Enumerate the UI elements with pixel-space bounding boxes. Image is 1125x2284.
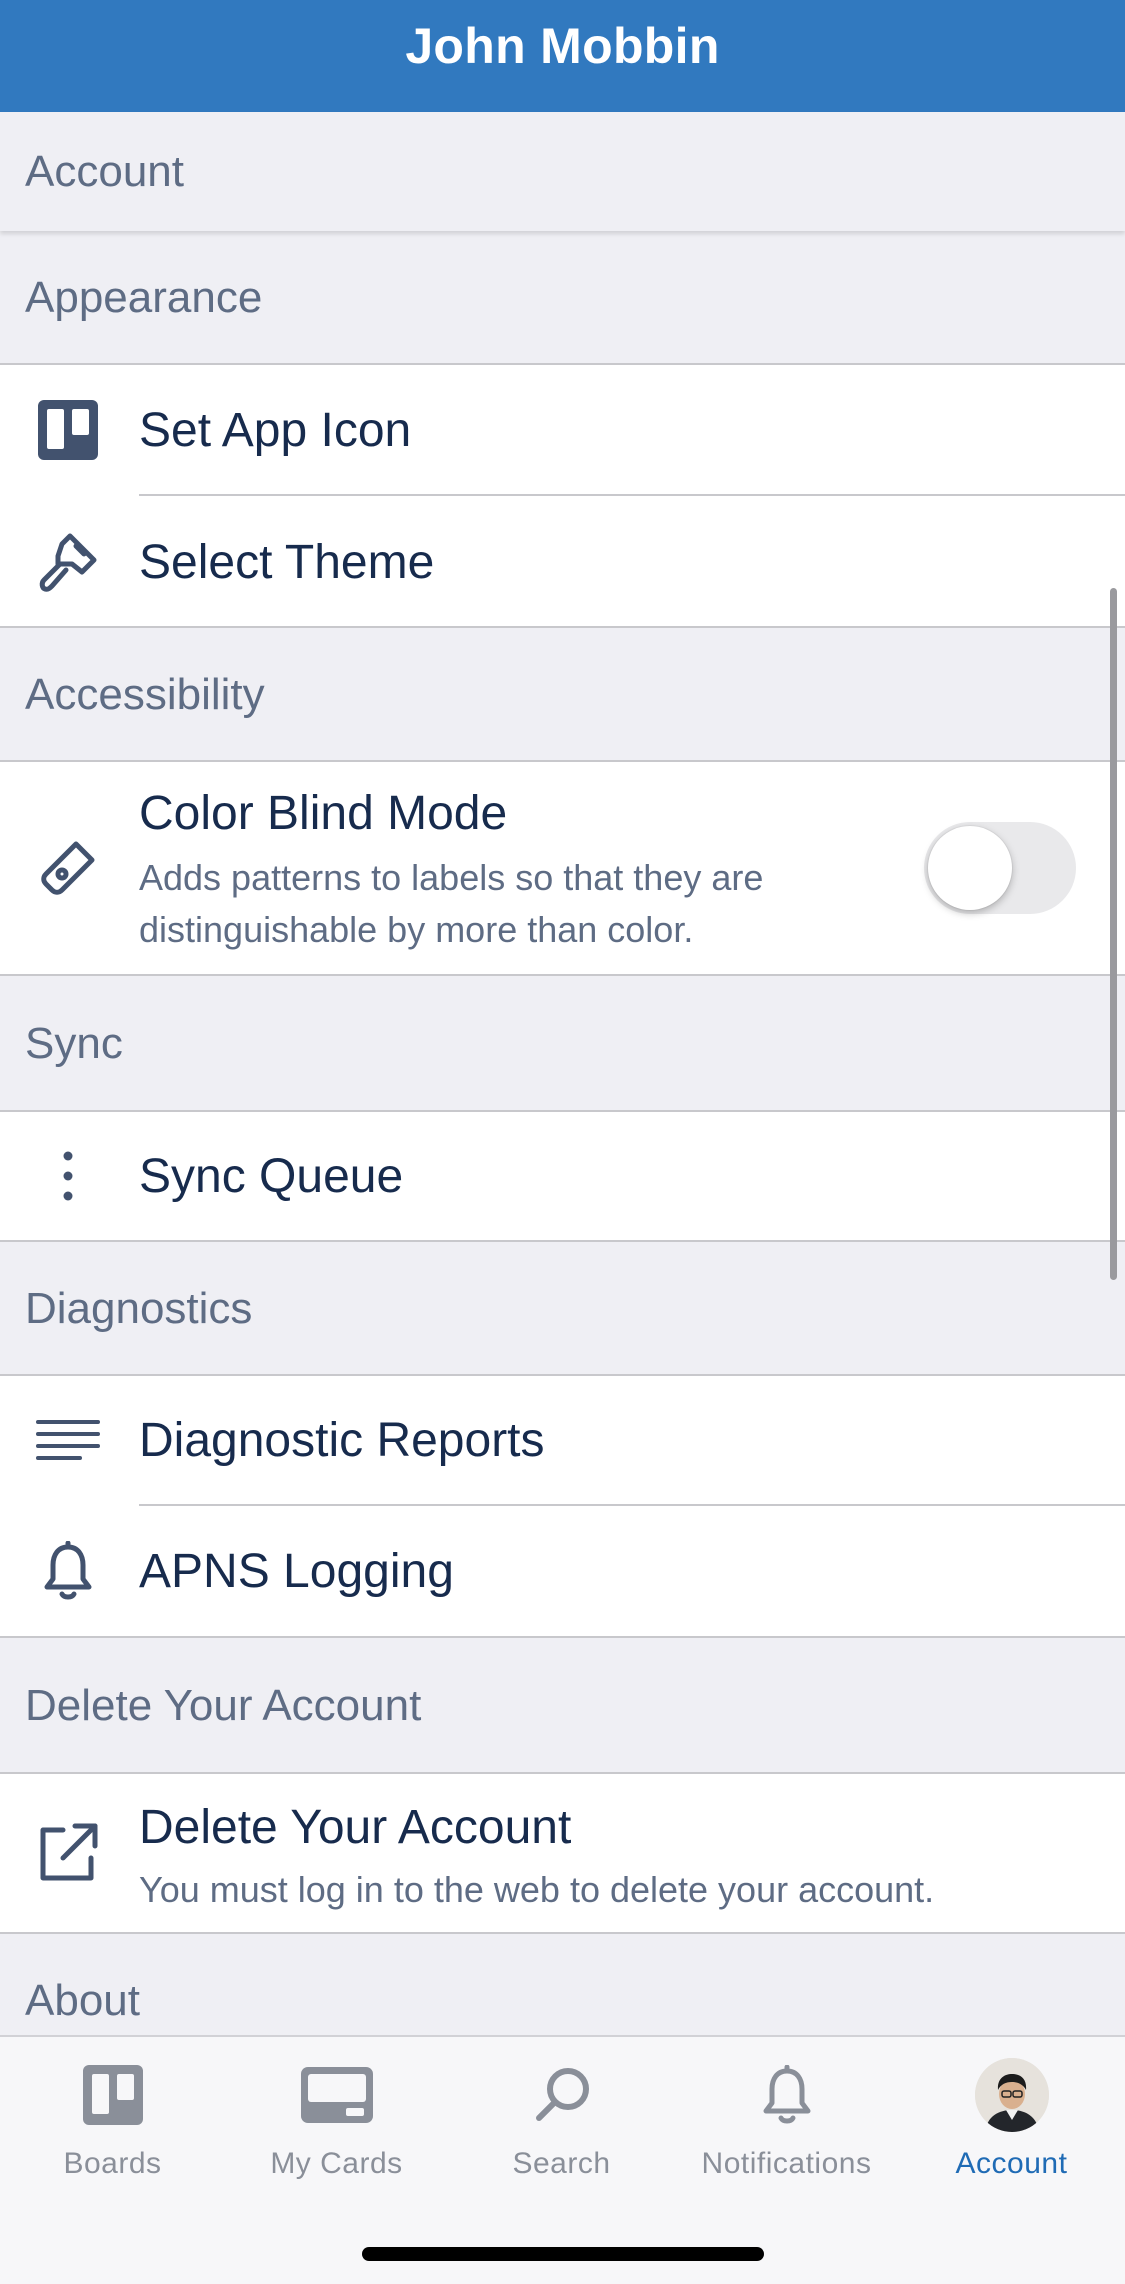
tab-label: Account: [955, 2147, 1068, 2180]
diagnostic-reports-label: Diagnostic Reports: [139, 1413, 545, 1467]
tab-search[interactable]: Search: [449, 2057, 674, 2207]
tab-label: Notifications: [701, 2147, 872, 2180]
section-header-accessibility: Accessibility: [0, 628, 1125, 762]
delete-account-group: Delete Your Account You must log in to t…: [0, 1772, 1125, 1934]
avatar: [974, 2058, 1049, 2132]
delete-account-row[interactable]: Delete Your Account You must log in to t…: [0, 1774, 1125, 1932]
section-header-sync: Sync: [0, 976, 1125, 1112]
section-header-label: Account: [25, 146, 184, 196]
delete-account-label: Delete Your Account: [139, 1801, 572, 1854]
apns-logging-row[interactable]: APNS Logging: [0, 1506, 1125, 1636]
search-icon: [522, 2057, 602, 2133]
section-header-label: Diagnostics: [25, 1284, 253, 1333]
color-blind-mode-description: Adds patterns to labels so that they are: [139, 857, 764, 898]
sync-group: Sync Queue: [0, 1110, 1125, 1242]
tag-icon: [36, 836, 100, 900]
tab-label: My Cards: [270, 2147, 403, 2180]
toggle-knob: [928, 826, 1012, 910]
vertical-dots-icon: [36, 1144, 100, 1208]
tab-my-cards[interactable]: My Cards: [224, 2057, 449, 2207]
tab-boards[interactable]: Boards: [0, 2057, 225, 2207]
section-header-account: Account: [0, 112, 1125, 231]
bell-icon: [36, 1539, 100, 1603]
trello-board-icon: [36, 398, 100, 462]
appearance-group: Set App Icon Select Theme: [0, 363, 1125, 628]
select-theme-label: Select Theme: [139, 535, 435, 589]
scroll-indicator[interactable]: [1110, 588, 1117, 1280]
bell-icon: [747, 2057, 827, 2133]
apns-logging-label: APNS Logging: [139, 1544, 454, 1598]
diagnostics-group: Diagnostic Reports APNS Logging: [0, 1374, 1125, 1638]
section-header-label: Delete Your Account: [25, 1681, 422, 1730]
section-header-diagnostics: Diagnostics: [0, 1242, 1125, 1376]
diagnostic-reports-row[interactable]: Diagnostic Reports: [0, 1376, 1125, 1504]
set-app-icon-label: Set App Icon: [139, 403, 412, 457]
section-header-label: Sync: [25, 1019, 123, 1068]
home-indicator: [362, 2247, 764, 2261]
tab-account[interactable]: Account: [899, 2057, 1124, 2207]
section-header-delete-account: Delete Your Account: [0, 1638, 1125, 1774]
section-header-appearance: Appearance: [0, 231, 1125, 364]
lines-icon: [36, 1408, 100, 1472]
sync-queue-label: Sync Queue: [139, 1149, 404, 1203]
section-header-label: Accessibility: [25, 670, 265, 719]
page-title: John Mobbin: [405, 18, 720, 74]
select-theme-row[interactable]: Select Theme: [0, 496, 1125, 628]
account-settings-screen: John Mobbin Account Appearance Set App I…: [0, 0, 1125, 2284]
color-blind-mode-toggle[interactable]: [924, 822, 1076, 914]
accessibility-group: Color Blind Mode Adds patterns to labels…: [0, 760, 1125, 976]
paintbrush-icon: [36, 530, 100, 594]
tab-label: Search: [512, 2147, 611, 2180]
avatar-container: [972, 2057, 1052, 2133]
navigation-bar: John Mobbin: [0, 0, 1125, 112]
set-app-icon-row[interactable]: Set App Icon: [0, 365, 1125, 495]
boards-icon: [73, 2057, 153, 2133]
color-blind-mode-row: Color Blind Mode Adds patterns to labels…: [0, 762, 1125, 974]
external-link-icon: [36, 1821, 100, 1885]
color-blind-mode-description: distinguishable by more than color.: [139, 909, 694, 950]
sync-queue-row[interactable]: Sync Queue: [0, 1112, 1125, 1240]
tab-label: Boards: [63, 2147, 162, 2180]
section-header-label: Appearance: [25, 272, 263, 322]
tab-notifications[interactable]: Notifications: [674, 2057, 899, 2207]
color-blind-mode-label: Color Blind Mode: [139, 787, 508, 840]
delete-account-description: You must log in to the web to delete you…: [139, 1869, 935, 1910]
card-icon: [297, 2057, 377, 2133]
section-header-label: About: [25, 1976, 140, 2025]
